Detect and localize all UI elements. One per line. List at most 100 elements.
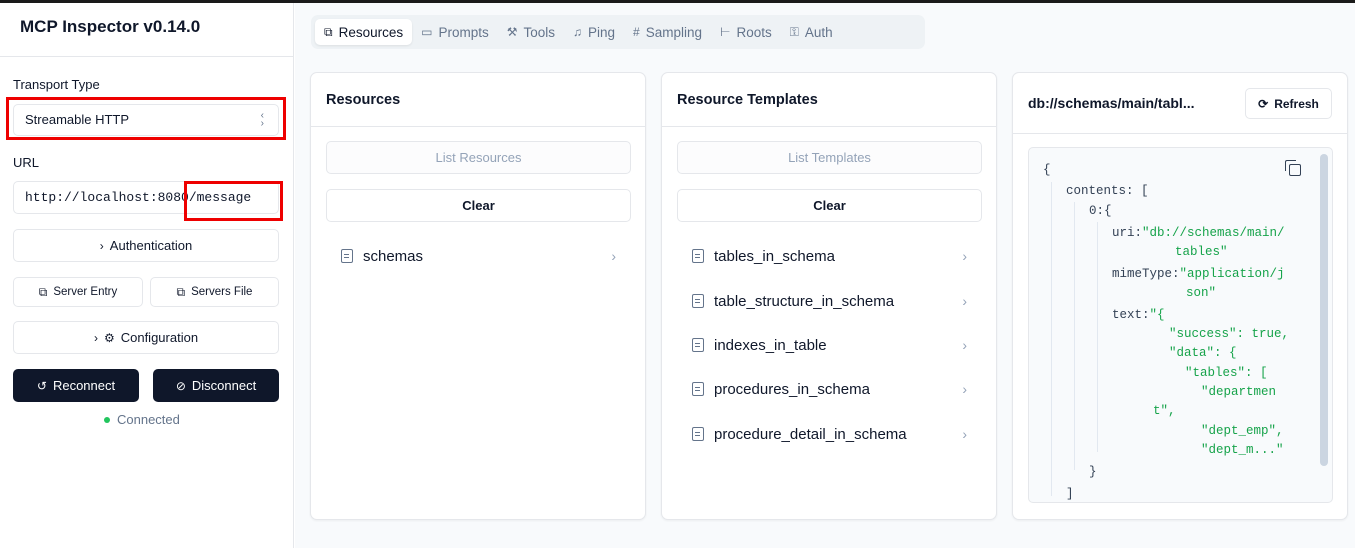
tab-tools[interactable]: ⚒ Tools <box>498 19 564 45</box>
tab-auth[interactable]: ⚿ Auth <box>781 19 842 45</box>
folder-tree-icon: ⊢ <box>720 25 731 39</box>
tab-bar: ⧉ Resources ▭ Prompts ⚒ Tools ♫ Ping # S… <box>311 15 925 49</box>
tab-roots[interactable]: ⊢ Roots <box>711 19 781 45</box>
tab-label: Roots <box>736 24 772 40</box>
authentication-label: Authentication <box>109 238 193 253</box>
tab-label: Tools <box>523 24 555 40</box>
json-line: { <box>1043 163 1051 177</box>
app-title: MCP Inspector v0.14.0 <box>20 17 201 36</box>
json-line: ] <box>1066 487 1074 501</box>
template-item[interactable]: indexes_in_table › <box>692 334 967 356</box>
json-line: "data": { <box>1169 346 1237 360</box>
json-line: uri:"db://schemas/main/ <box>1112 226 1285 240</box>
json-line: 0:{ <box>1089 204 1112 218</box>
servers-file-button[interactable]: ⧉ Servers File <box>150 277 279 307</box>
json-line: son" <box>1186 286 1217 300</box>
file-text-icon <box>341 249 353 263</box>
servers-file-label: Servers File <box>191 286 253 298</box>
gear-icon: ⚙ <box>103 330 115 345</box>
json-line: contents: [ <box>1066 184 1149 198</box>
tab-label: Sampling <box>645 24 702 40</box>
refresh-label: Refresh <box>1274 96 1319 111</box>
tab-resources[interactable]: ⧉ Resources <box>315 19 413 45</box>
file-text-icon <box>692 249 704 263</box>
template-item[interactable]: tables_in_schema › <box>692 245 967 267</box>
template-item[interactable]: procedure_detail_in_schema › <box>692 423 967 445</box>
copy-icon: ⧉ <box>176 285 186 299</box>
chevron-right-icon: › <box>962 337 967 353</box>
json-line: "tables": [ <box>1185 366 1268 380</box>
copy-icon[interactable] <box>1285 160 1301 176</box>
status-dot-icon <box>104 416 110 423</box>
json-line: mimeType:"application/j <box>1112 267 1285 281</box>
connection-status: Connected <box>104 412 180 427</box>
chevron-right-icon: › <box>962 293 967 309</box>
template-item-label: indexes_in_table <box>714 336 827 354</box>
scrollbar[interactable] <box>1320 154 1328 466</box>
tab-ping[interactable]: ♫ Ping <box>564 19 624 45</box>
card-divider <box>311 126 645 127</box>
list-templates-button[interactable]: List Templates <box>677 141 982 174</box>
template-item[interactable]: procedures_in_schema › <box>692 378 967 400</box>
file-text-icon <box>692 382 704 396</box>
json-line: t", <box>1153 404 1176 418</box>
resource-detail-card: db://schemas/main/tabl... ⟳ Refresh { co… <box>1012 72 1348 520</box>
file-text-icon <box>692 338 704 352</box>
template-item-label: procedure_detail_in_schema <box>714 425 907 443</box>
resource-item-label: schemas <box>363 247 424 265</box>
json-line: "success": true, <box>1169 327 1290 341</box>
json-line: "dept_m..." <box>1201 443 1284 457</box>
reconnect-label: Reconnect <box>52 378 116 393</box>
configuration-button[interactable]: › ⚙ Configuration <box>13 321 279 354</box>
refresh-icon: ⟳ <box>1258 96 1269 111</box>
json-line: "dept_emp", <box>1201 424 1284 438</box>
file-text-icon <box>692 294 704 308</box>
card-divider <box>662 126 996 127</box>
authentication-button[interactable]: › Authentication <box>13 229 279 262</box>
sidebar: MCP Inspector v0.14.0 Transport Type Str… <box>0 3 294 548</box>
tab-prompts[interactable]: ▭ Prompts <box>412 19 498 45</box>
resources-card: Resources List Resources Clear schemas › <box>310 72 646 520</box>
copy-icon: ⧉ <box>38 285 48 299</box>
resource-item[interactable]: schemas › <box>341 245 616 267</box>
chevron-right-icon: › <box>99 238 104 253</box>
rotate-ccw-icon: ↺ <box>36 378 47 393</box>
template-item-label: table_structure_in_schema <box>714 292 895 310</box>
chevron-right-icon: › <box>962 248 967 264</box>
server-entry-label: Server Entry <box>53 286 118 298</box>
chevron-right-icon: › <box>962 381 967 397</box>
resources-title: Resources <box>326 92 401 108</box>
list-resources-button[interactable]: List Resources <box>326 141 631 174</box>
file-text-icon <box>692 427 704 441</box>
clear-resources-button[interactable]: Clear <box>326 189 631 222</box>
tab-label: Auth <box>804 24 833 40</box>
refresh-button[interactable]: ⟳ Refresh <box>1245 88 1332 119</box>
main-panel: ⧉ Resources ▭ Prompts ⚒ Tools ♫ Ping # S… <box>295 3 1355 548</box>
template-item[interactable]: table_structure_in_schema › <box>692 290 967 312</box>
clear-templates-button[interactable]: Clear <box>677 189 982 222</box>
disconnect-button[interactable]: ⊘ Disconnect <box>153 369 279 402</box>
chevron-right-icon: › <box>611 248 616 264</box>
disconnect-label: Disconnect <box>191 378 257 393</box>
tab-sampling[interactable]: # Sampling <box>624 19 711 45</box>
message-icon: ▭ <box>421 25 433 39</box>
url-label: URL <box>13 155 40 170</box>
templates-title: Resource Templates <box>677 92 818 108</box>
tab-label: Ping <box>588 24 616 40</box>
resource-templates-card: Resource Templates List Templates Clear … <box>661 72 997 520</box>
configuration-label: Configuration <box>120 330 199 345</box>
json-viewer[interactable]: { contents: [ 0:{ uri:"db://schemas/main… <box>1028 147 1333 503</box>
status-text: Connected <box>117 412 180 427</box>
server-entry-button[interactable]: ⧉ Server Entry <box>13 277 143 307</box>
unplug-icon: ⊘ <box>175 378 186 393</box>
key-icon: ⚿ <box>789 25 799 39</box>
template-item-label: tables_in_schema <box>714 247 835 265</box>
indent-guide <box>1074 202 1075 470</box>
hash-icon: # <box>633 25 640 39</box>
highlight-box <box>184 181 283 221</box>
chevron-right-icon: › <box>962 426 967 442</box>
files-icon: ⧉ <box>324 25 333 39</box>
highlight-box <box>6 97 286 140</box>
reconnect-button[interactable]: ↺ Reconnect <box>13 369 139 402</box>
indent-guide <box>1097 222 1098 452</box>
